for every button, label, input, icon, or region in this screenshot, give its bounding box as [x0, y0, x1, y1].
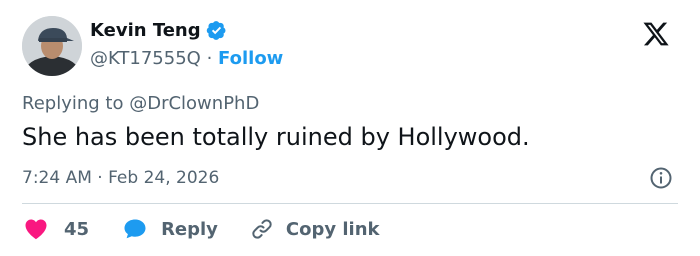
reply-label: Reply — [161, 218, 218, 240]
replying-handle-link[interactable]: @DrClownPhD — [129, 93, 259, 114]
like-count: 45 — [64, 218, 90, 240]
avatar-image — [22, 16, 82, 76]
divider — [22, 203, 678, 204]
follow-button[interactable]: Follow — [218, 48, 283, 69]
tweet-text: She has been totally ruined by Hollywood… — [22, 123, 530, 151]
like-button[interactable]: 45 — [24, 218, 89, 240]
avatar[interactable] — [22, 16, 82, 76]
author-name-row: Kevin Teng — [90, 20, 227, 41]
replying-to: Replying to @DrClownPhD — [22, 93, 259, 114]
copy-link-button[interactable]: Copy link — [250, 217, 380, 241]
tweet-card: Kevin Teng @KT17555Q · Follow Replying t… — [0, 0, 700, 256]
link-icon — [250, 217, 274, 241]
author-display-name[interactable]: Kevin Teng — [90, 20, 201, 41]
info-icon[interactable] — [649, 166, 673, 190]
copy-link-label: Copy link — [285, 218, 380, 240]
verified-badge-icon — [206, 20, 227, 41]
heart-icon — [24, 218, 48, 240]
author-handle-row: @KT17555Q · Follow — [90, 48, 283, 69]
reply-bubble-icon — [123, 218, 147, 240]
action-bar: 45 Reply Copy link — [24, 214, 380, 244]
reply-button[interactable]: Reply — [123, 218, 218, 240]
author-handle[interactable]: @KT17555Q — [90, 48, 201, 69]
replying-prefix: Replying to — [22, 93, 124, 114]
x-logo-icon[interactable] — [636, 20, 676, 50]
tweet-timestamp[interactable]: 7:24 AM · Feb 24, 2026 — [22, 168, 219, 188]
handle-separator: · — [206, 48, 213, 69]
